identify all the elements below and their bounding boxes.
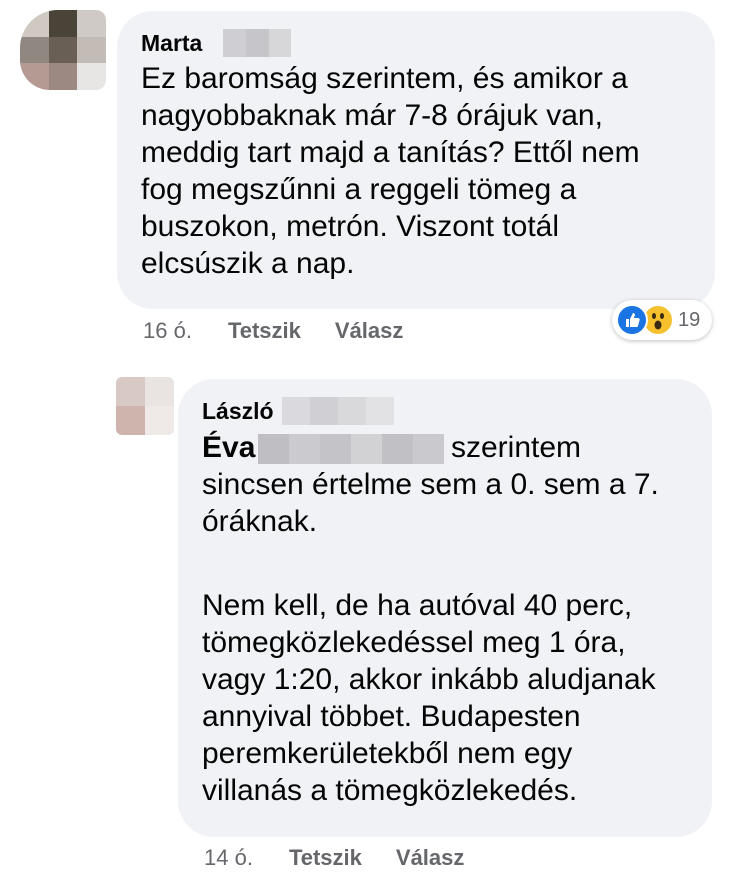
comment-line: villanás a tömegközlekedés. (202, 774, 578, 807)
comment-line: fog megszűnni a reggeli tömeg a (141, 173, 577, 206)
comment-text: Ez baromság szerintem, és amikor a nagyo… (141, 60, 640, 282)
timestamp[interactable]: 16 ó. (143, 318, 192, 344)
like-button[interactable]: Tetszik (228, 318, 301, 344)
comment-line: peremkerületekből nem egy (202, 737, 573, 770)
comment-text: Nem kell, de ha autóval 40 perc, tömegkö… (202, 587, 656, 809)
like-button[interactable]: Tetszik (289, 845, 362, 871)
comment-line: meddig tart majd a tanítás? Ettől nem (141, 136, 640, 169)
comment-bubble: Marta Ez baromság szerintem, és amikor a… (117, 11, 715, 309)
reply-button[interactable]: Válasz (335, 318, 404, 344)
comment-line: Éva (202, 429, 255, 466)
comment-line: annyival többet. Budapesten (202, 700, 581, 733)
redacted-mention (258, 434, 444, 464)
comment-line: vagy 1:20, akkor inkább aludjanak (202, 663, 656, 696)
comment-bubble: László Éva szerintem sincsen értelme sem… (178, 379, 712, 837)
comment-actions: 16 ó. Tetszik Válasz (143, 318, 403, 344)
comment-line: nagyobbaknak már 7-8 órájuk van, (141, 99, 603, 132)
avatar[interactable] (20, 10, 106, 90)
comment-text: sincsen értelme sem a 0. sem a 7. órákna… (202, 466, 659, 540)
comment-line: elcsúszik a nap. (141, 247, 355, 280)
comment-text: szerintem (451, 431, 582, 464)
reaction-count: 19 (678, 308, 701, 331)
reactions-summary[interactable]: 19 (612, 300, 712, 340)
comment-line: Nem kell, de ha autóval 40 perc, (202, 589, 633, 622)
avatar[interactable] (116, 377, 174, 435)
comment-line: óráknak. (202, 505, 318, 538)
author-name[interactable]: Marta (141, 30, 202, 56)
redacted-name (282, 397, 394, 425)
mention-link[interactable]: Éva (202, 431, 255, 464)
comment-line: Ez baromság szerintem, és amikor a (141, 62, 628, 95)
comment-author[interactable]: László (202, 397, 274, 425)
comment-author[interactable]: Marta (141, 29, 202, 57)
comment-line: tömegközlekedéssel meg 1 óra, (202, 626, 626, 659)
timestamp[interactable]: 14 ó. (204, 845, 253, 871)
like-icon (616, 304, 648, 336)
reply-button[interactable]: Válasz (396, 845, 465, 871)
comment-line: szerintem (451, 429, 581, 466)
comment-line: sincsen értelme sem a 0. sem a 7. (202, 468, 659, 501)
author-name[interactable]: László (202, 398, 274, 424)
redacted-name (223, 29, 291, 57)
comment-line: buszokon, metrón. Viszont totál (141, 210, 560, 243)
comment-actions: 14 ó. Tetszik Válasz (204, 845, 464, 871)
